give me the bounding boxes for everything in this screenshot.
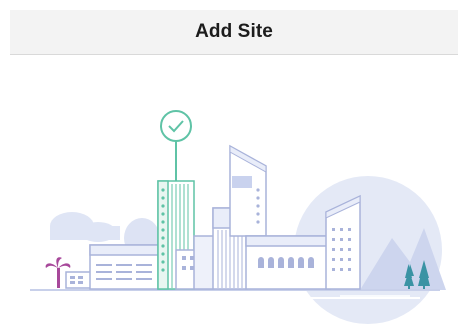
city-skyline-illustration — [30, 110, 446, 324]
building-arched — [245, 235, 331, 290]
building-small-left — [65, 271, 93, 289]
building-long-left — [89, 244, 161, 290]
building-right-angled — [325, 194, 361, 290]
cloud-icon — [50, 212, 120, 242]
checkmark-pin-icon — [160, 110, 192, 182]
building-tall-angled — [229, 144, 267, 237]
